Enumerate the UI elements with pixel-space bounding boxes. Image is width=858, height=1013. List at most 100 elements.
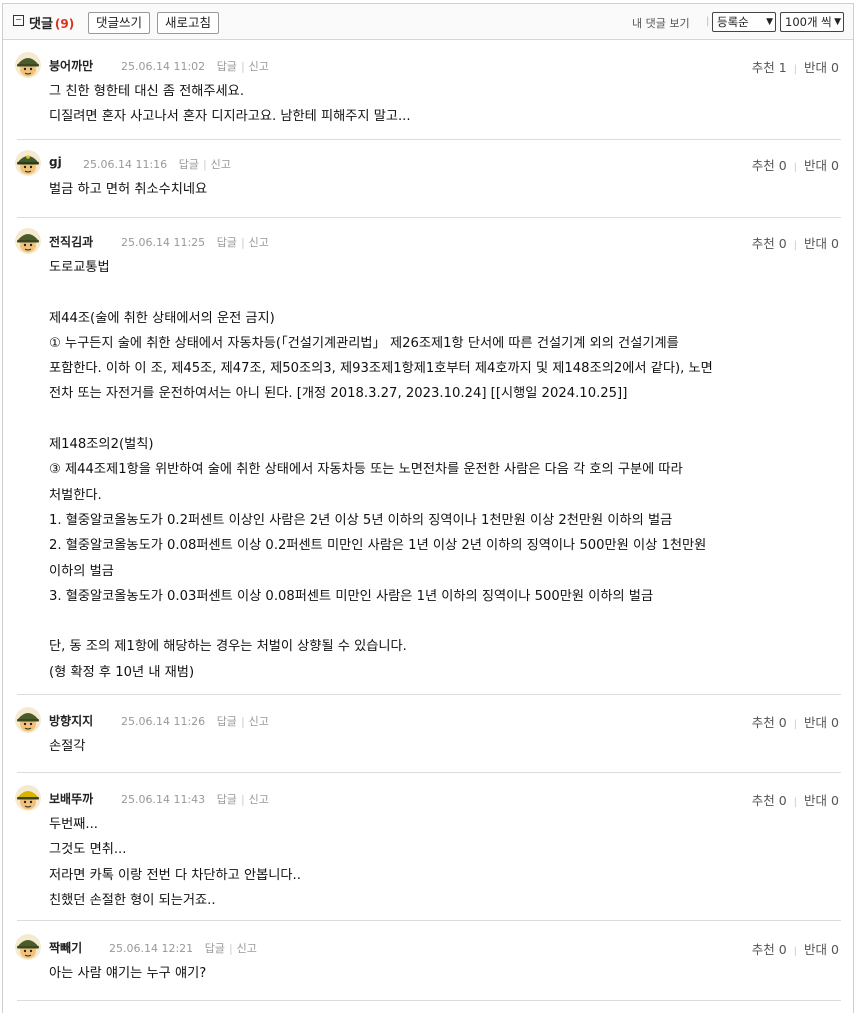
meta-separator: |	[202, 158, 207, 171]
comment-author[interactable]: 보배뚜까	[49, 790, 93, 807]
comment-author[interactable]: 짝빼기	[49, 939, 82, 956]
report-link[interactable]: 신고	[211, 158, 231, 171]
upvote-label: 추천	[751, 942, 775, 957]
downvote-button[interactable]: 반대 0	[804, 236, 839, 251]
refresh-button[interactable]: 새로고침	[157, 12, 220, 34]
reply-link[interactable]: 답글	[217, 236, 237, 249]
comment-divider	[17, 694, 841, 695]
downvote-button[interactable]: 반대 0	[804, 715, 839, 730]
comment-date: 25.06.14 11:25	[121, 236, 206, 249]
meta-separator	[209, 60, 213, 73]
vote-box: 추천 0 | 반대 0	[752, 155, 839, 174]
chevron-down-icon: ▼	[834, 17, 841, 27]
downvote-count: 0	[831, 715, 839, 730]
comment-meta: 25.06.14 11:25 답글 | 신고	[121, 234, 269, 250]
upvote-button[interactable]: 추천 0	[752, 715, 787, 730]
upvote-label: 추천	[751, 158, 775, 173]
meta-separator	[171, 158, 175, 171]
downvote-label: 반대	[804, 158, 828, 173]
downvote-button[interactable]: 반대 0	[804, 793, 839, 808]
vote-separator: |	[793, 719, 798, 730]
report-link[interactable]: 신고	[249, 715, 269, 728]
meta-separator	[209, 715, 213, 728]
chevron-down-icon: ▼	[766, 17, 773, 27]
meta-separator: |	[240, 715, 245, 728]
upvote-button[interactable]: 추천 1	[752, 60, 787, 75]
reply-link[interactable]: 답글	[217, 715, 237, 728]
upvote-button[interactable]: 추천 0	[752, 942, 787, 957]
collapse-toggle-icon[interactable]: −	[13, 15, 24, 26]
comment-author[interactable]: 전직김과	[49, 233, 93, 250]
write-comment-button[interactable]: 댓글쓰기	[88, 12, 151, 34]
report-link[interactable]: 신고	[237, 942, 257, 955]
meta-separator	[209, 793, 213, 806]
upvote-button[interactable]: 추천 0	[752, 793, 787, 808]
upvote-count: 1	[778, 60, 787, 75]
comment-body: 벌금 하고 면허 취소수치네요	[49, 182, 208, 197]
reply-link[interactable]: 답글	[217, 793, 237, 806]
yellow-helmet-avatar	[15, 785, 41, 811]
comment-date: 25.06.14 11:02	[121, 60, 206, 73]
reply-link[interactable]: 답글	[179, 158, 199, 171]
vote-box: 추천 1 | 반대 0	[752, 57, 839, 76]
comment-meta: 25.06.14 11:26 답글 | 신고	[121, 713, 269, 729]
comment-meta: 25.06.14 12:21 답글 | 신고	[109, 940, 257, 956]
upvote-label: 추천	[751, 793, 775, 808]
vote-box: 추천 0 | 반대 0	[752, 233, 839, 252]
upvote-button[interactable]: 추천 0	[752, 158, 787, 173]
comments-title: 댓글 (9)	[29, 17, 75, 32]
meta-separator: |	[240, 236, 245, 249]
meta-separator: |	[240, 60, 245, 73]
reply-link[interactable]: 답글	[205, 942, 225, 955]
upvote-label: 추천	[751, 60, 775, 75]
reply-link[interactable]: 답글	[217, 60, 237, 73]
report-link[interactable]: 신고	[249, 236, 269, 249]
upvote-count: 0	[778, 236, 787, 251]
comment-body: 손절각	[49, 739, 86, 754]
downvote-button[interactable]: 반대 0	[804, 158, 839, 173]
upvote-label: 추천	[751, 715, 775, 730]
comment-meta: 25.06.14 11:16 답글 | 신고	[83, 156, 231, 172]
upvote-count: 0	[778, 715, 787, 730]
comment-author[interactable]: 방향지지	[49, 712, 93, 729]
toolbar-separator: |	[706, 16, 710, 27]
downvote-count: 0	[831, 942, 839, 957]
upvote-count: 0	[778, 793, 787, 808]
comment-date: 25.06.14 12:21	[109, 942, 194, 955]
upvote-button[interactable]: 추천 0	[752, 236, 787, 251]
report-link[interactable]: 신고	[249, 793, 269, 806]
vote-box: 추천 0 | 반대 0	[752, 939, 839, 958]
soldier-helmet-avatar	[15, 707, 41, 733]
comment-divider	[17, 139, 841, 140]
comment-date: 25.06.14 11:16	[83, 158, 168, 171]
downvote-label: 반대	[804, 60, 828, 75]
downvote-button[interactable]: 반대 0	[804, 60, 839, 75]
comment-date: 25.06.14 11:43	[121, 793, 206, 806]
soldier-helmet-avatar	[15, 52, 41, 78]
comment-meta: 25.06.14 11:02 답글 | 신고	[121, 58, 269, 74]
vote-separator: |	[793, 946, 798, 957]
vote-separator: |	[793, 240, 798, 251]
my-comments-link[interactable]: 내 댓글 보기	[632, 15, 690, 31]
downvote-label: 반대	[804, 793, 828, 808]
vote-separator: |	[793, 64, 798, 75]
comment-body: 도로교통법 제44조(술에 취한 상태에서의 운전 금지) ① 누구든지 술에 …	[49, 260, 713, 680]
sort-select[interactable]: 등록순 ▼	[712, 12, 776, 32]
downvote-label: 반대	[804, 236, 828, 251]
comment-author[interactable]: gj	[49, 155, 62, 169]
vote-separator: |	[793, 797, 798, 808]
vote-separator: |	[793, 162, 798, 173]
comment-author[interactable]: 붕어까만	[49, 57, 93, 74]
report-link[interactable]: 신고	[249, 60, 269, 73]
downvote-count: 0	[831, 236, 839, 251]
per-page-select[interactable]: 100개 씩 ▼	[780, 12, 844, 32]
comments-count: (9)	[54, 17, 75, 31]
soldier-helmet-avatar	[15, 228, 41, 254]
vote-box: 추천 0 | 반대 0	[752, 712, 839, 731]
comment-body: 두번째... 그것도 면취... 저라면 카톡 이랑 전번 다 차단하고 안봅니…	[49, 817, 301, 908]
comment-date: 25.06.14 11:26	[121, 715, 206, 728]
downvote-count: 0	[831, 158, 839, 173]
downvote-count: 0	[831, 793, 839, 808]
soldier-helmet-avatar	[15, 934, 41, 960]
downvote-button[interactable]: 반대 0	[804, 942, 839, 957]
